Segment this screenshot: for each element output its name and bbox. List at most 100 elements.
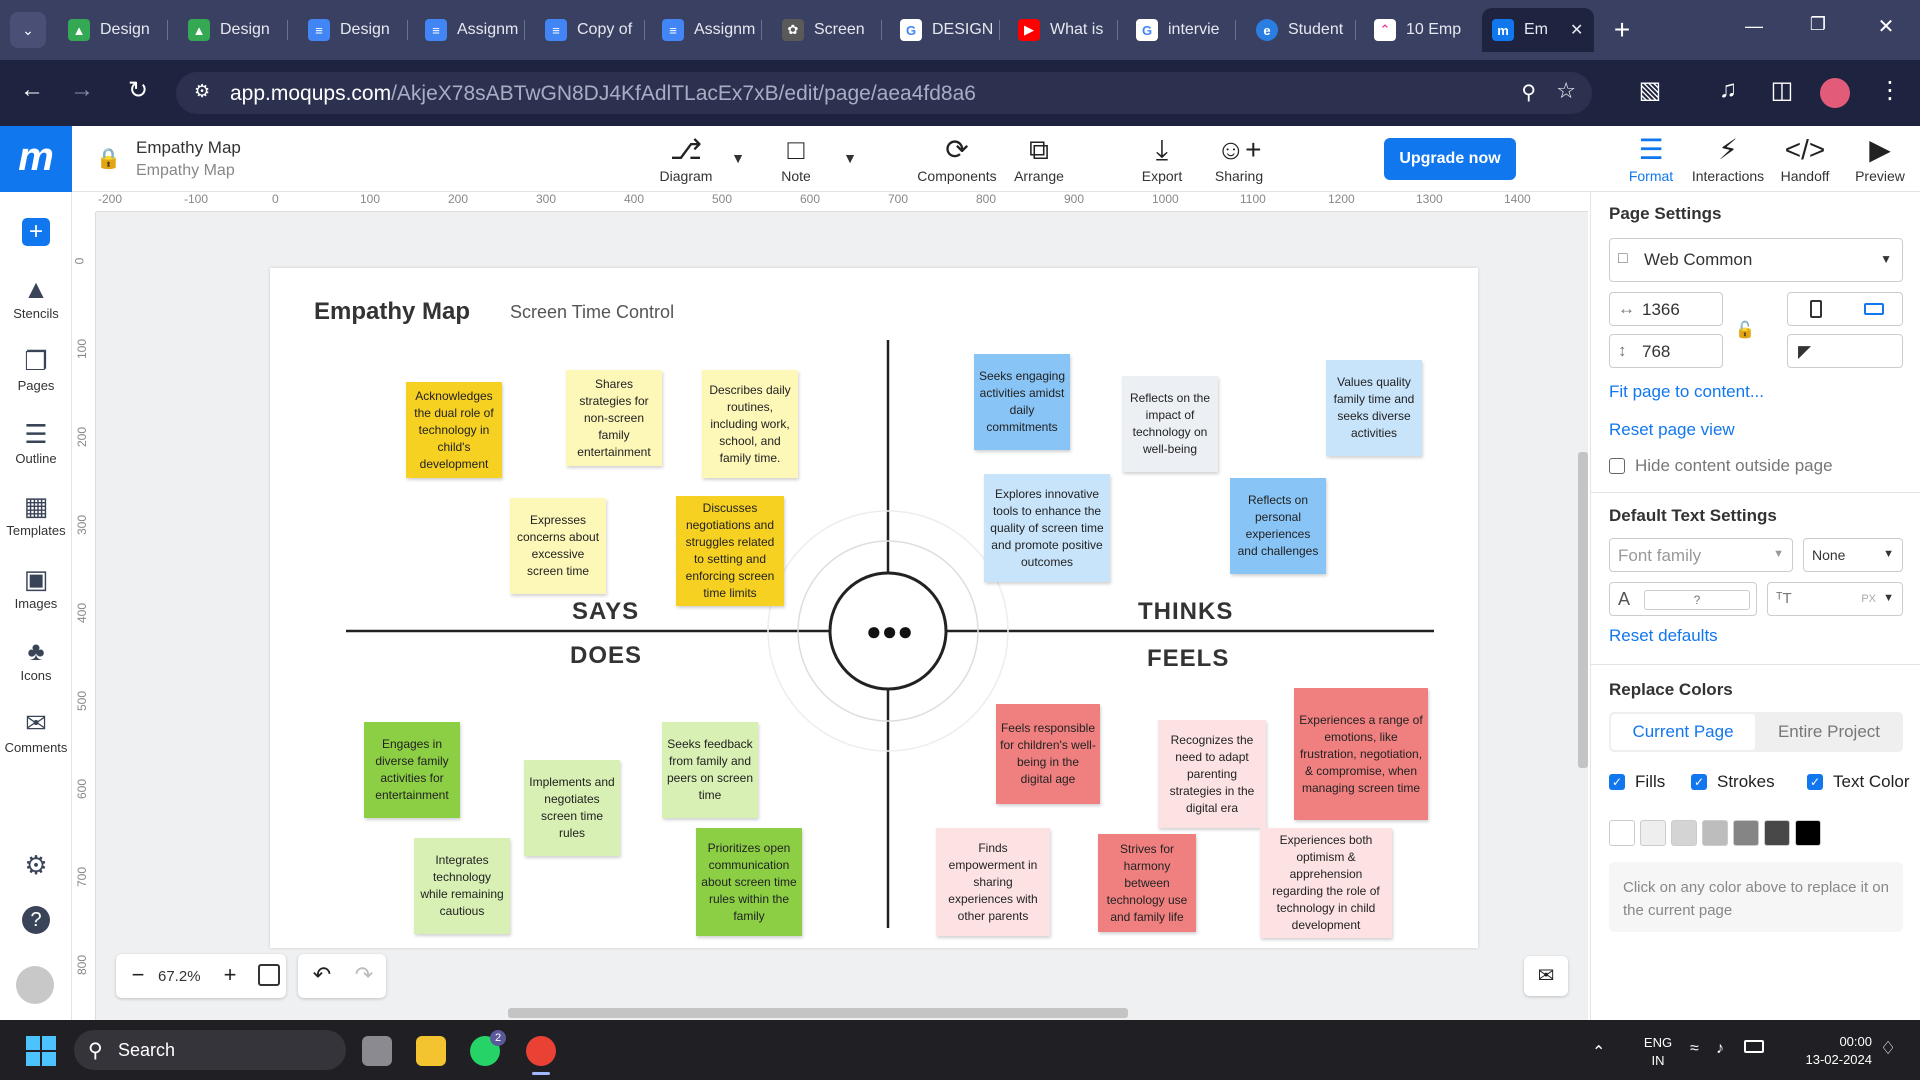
browser-tab-12[interactable]: ⌃ 10 Emp [1374, 8, 1478, 52]
sticky-note[interactable]: Engages in diverse family activities for… [364, 722, 460, 818]
note-tool[interactable]: □ Note [770, 132, 822, 184]
color-swatch[interactable] [1640, 820, 1666, 846]
browser-tab-7[interactable]: ✿ Screen [782, 8, 882, 52]
lock-icon[interactable]: 🔒 [96, 146, 121, 170]
chrome-icon[interactable] [526, 1036, 556, 1066]
map-title[interactable]: Empathy Map [314, 298, 470, 326]
sticky-note[interactable]: Experiences both optimism & apprehension… [1260, 828, 1392, 938]
add-button[interactable]: + [22, 218, 50, 246]
sidebar-item-pages[interactable]: ❐ Pages [0, 344, 72, 393]
color-swatch[interactable] [1733, 820, 1759, 846]
sticky-note[interactable]: Seeks feedback from family and peers on … [662, 722, 758, 818]
sidebar-item-templates[interactable]: ▦ Templates [0, 489, 72, 538]
close-window-button[interactable]: ✕ [1868, 14, 1904, 42]
sticky-note[interactable]: Recognizes the need to adapt parenting s… [1158, 720, 1266, 828]
says-label[interactable]: SAYS [572, 598, 639, 626]
user-avatar[interactable] [16, 966, 54, 1004]
arrange-tool[interactable]: ⧉ Arrange [1010, 132, 1068, 184]
taskbar-search[interactable]: ⚲ Search [74, 1030, 346, 1070]
sticky-note[interactable]: Seeks engaging activities amidst daily c… [974, 354, 1070, 450]
site-settings-icon[interactable]: ⚙ [194, 81, 210, 102]
font-size-field[interactable]: ᵀT PX ▼ [1767, 582, 1903, 616]
tab-search-button[interactable]: ⌄ [10, 12, 46, 48]
reload-icon[interactable]: ↻ [120, 76, 156, 105]
browser-tab-active[interactable]: m Em ✕ [1482, 8, 1594, 52]
page-fill-color[interactable]: ◤ [1787, 334, 1903, 368]
zoom-out-button[interactable]: − [126, 962, 150, 990]
sticky-note[interactable]: Feels responsible for children's well-be… [996, 704, 1100, 804]
horizontal-scrollbar[interactable] [508, 1008, 1128, 1018]
notifications-bell-icon[interactable]: ♢ [1880, 1038, 1896, 1059]
sticky-note[interactable]: Prioritizes open communication about scr… [696, 828, 802, 936]
moqups-logo[interactable]: m [0, 126, 72, 192]
close-tab-icon[interactable]: ✕ [1570, 20, 1583, 40]
zoom-in-button[interactable]: + [218, 962, 242, 990]
sticky-note[interactable]: Discusses negotiations and struggles rel… [676, 496, 784, 606]
extensions-icon[interactable]: ▧ [1632, 76, 1668, 105]
fit-page-link[interactable]: Fit page to content... [1609, 382, 1764, 402]
color-swatch[interactable] [1609, 820, 1635, 846]
page-preset-select[interactable]: □ Web Common ▼ [1609, 238, 1903, 282]
does-label[interactable]: DOES [570, 642, 642, 670]
map-subtitle[interactable]: Screen Time Control [510, 302, 674, 323]
zoom-level[interactable]: 67.2% [158, 968, 201, 985]
bookmark-star-icon[interactable]: ☆ [1556, 78, 1576, 104]
sidebar-item-icons[interactable]: ♣ Icons [0, 634, 72, 683]
vertical-scrollbar[interactable] [1578, 452, 1588, 768]
reset-page-view-link[interactable]: Reset page view [1609, 420, 1735, 440]
font-weight-select[interactable]: None ▼ [1803, 538, 1903, 572]
sticky-note[interactable]: Values quality family time and seeks div… [1326, 360, 1422, 456]
thinks-label[interactable]: THINKS [1138, 598, 1233, 626]
forward-arrow-icon[interactable]: → [64, 76, 100, 104]
sidebar-item-outline[interactable]: ☰ Outline [0, 417, 72, 466]
minimize-window-button[interactable]: — [1736, 16, 1772, 44]
redo-icon[interactable]: ↷ [352, 962, 376, 990]
entire-project-tab[interactable]: Entire Project [1757, 714, 1901, 750]
browser-tab-4[interactable]: ≡ Assignm [425, 8, 525, 52]
undo-icon[interactable]: ↶ [310, 962, 334, 990]
volume-icon[interactable]: ♪ [1716, 1040, 1724, 1058]
text-color-checkbox[interactable]: ✓ [1807, 774, 1823, 790]
browser-tab-2[interactable]: ▲ Design [188, 8, 288, 52]
sticky-note[interactable]: Finds empowerment in sharing experiences… [936, 828, 1050, 936]
back-arrow-icon[interactable]: ← [14, 76, 50, 104]
browser-tab-5[interactable]: ≡ Copy of [545, 8, 645, 52]
file-explorer-icon[interactable] [416, 1036, 446, 1066]
format-tab[interactable]: ☰ Format [1620, 132, 1682, 184]
interactions-tab[interactable]: ⚡ Interactions [1688, 132, 1768, 184]
sticky-note[interactable]: Integrates technology while remaining ca… [414, 838, 510, 934]
diagram-tool[interactable]: ⎇ Diagram [656, 132, 716, 184]
page-width-field[interactable]: ↔ 1366 [1609, 292, 1723, 326]
sticky-note[interactable]: Describes daily routines, including work… [702, 370, 798, 478]
note-dropdown-icon[interactable]: ▼ [840, 150, 860, 166]
browser-tab-6[interactable]: ≡ Assignm [662, 8, 762, 52]
settings-icon[interactable]: ⚙ [0, 848, 72, 882]
hide-content-checkbox[interactable] [1609, 458, 1625, 474]
current-page-tab[interactable]: Current Page [1611, 714, 1755, 750]
zoom-icon[interactable]: ⚲ [1521, 80, 1536, 105]
url-field[interactable]: ⚙ app.moqups.com/AkjeX78sABTwGN8DJ4KfAdl… [176, 72, 1592, 114]
browser-tab-3[interactable]: ≡ Design [308, 8, 408, 52]
color-swatch[interactable] [1764, 820, 1790, 846]
color-swatch[interactable] [1702, 820, 1728, 846]
comments-toggle-icon[interactable]: ✉ [1524, 956, 1568, 996]
landscape-icon[interactable] [1864, 303, 1884, 315]
browser-tab-1[interactable]: ▲ Design [68, 8, 168, 52]
help-icon[interactable]: ? [0, 906, 72, 934]
upgrade-now-button[interactable]: Upgrade now [1384, 138, 1516, 180]
language-indicator[interactable]: ENG IN [1638, 1034, 1678, 1070]
text-color-field[interactable]: A ? [1609, 582, 1757, 616]
preview-tab[interactable]: ▶ Preview [1846, 132, 1914, 184]
feels-label[interactable]: FEELS [1147, 645, 1229, 673]
sticky-note[interactable]: Shares strategies for non-screen family … [566, 370, 662, 466]
sticky-note[interactable]: Explores innovative tools to enhance the… [984, 474, 1110, 582]
browser-tab-8[interactable]: G DESIGN [900, 8, 1000, 52]
handoff-tab[interactable]: </> Handoff [1774, 132, 1836, 184]
page-height-field[interactable]: ↕ 768 [1609, 334, 1723, 368]
reset-defaults-link[interactable]: Reset defaults [1609, 626, 1718, 646]
chevron-up-icon[interactable]: ⌃ [1592, 1042, 1605, 1062]
sharing-tool[interactable]: ☺+ Sharing [1208, 132, 1270, 184]
wifi-icon[interactable]: ≈ [1690, 1040, 1699, 1058]
sticky-note[interactable]: Expresses concerns about excessive scree… [510, 498, 606, 594]
side-panel-icon[interactable]: ◫ [1764, 76, 1800, 105]
